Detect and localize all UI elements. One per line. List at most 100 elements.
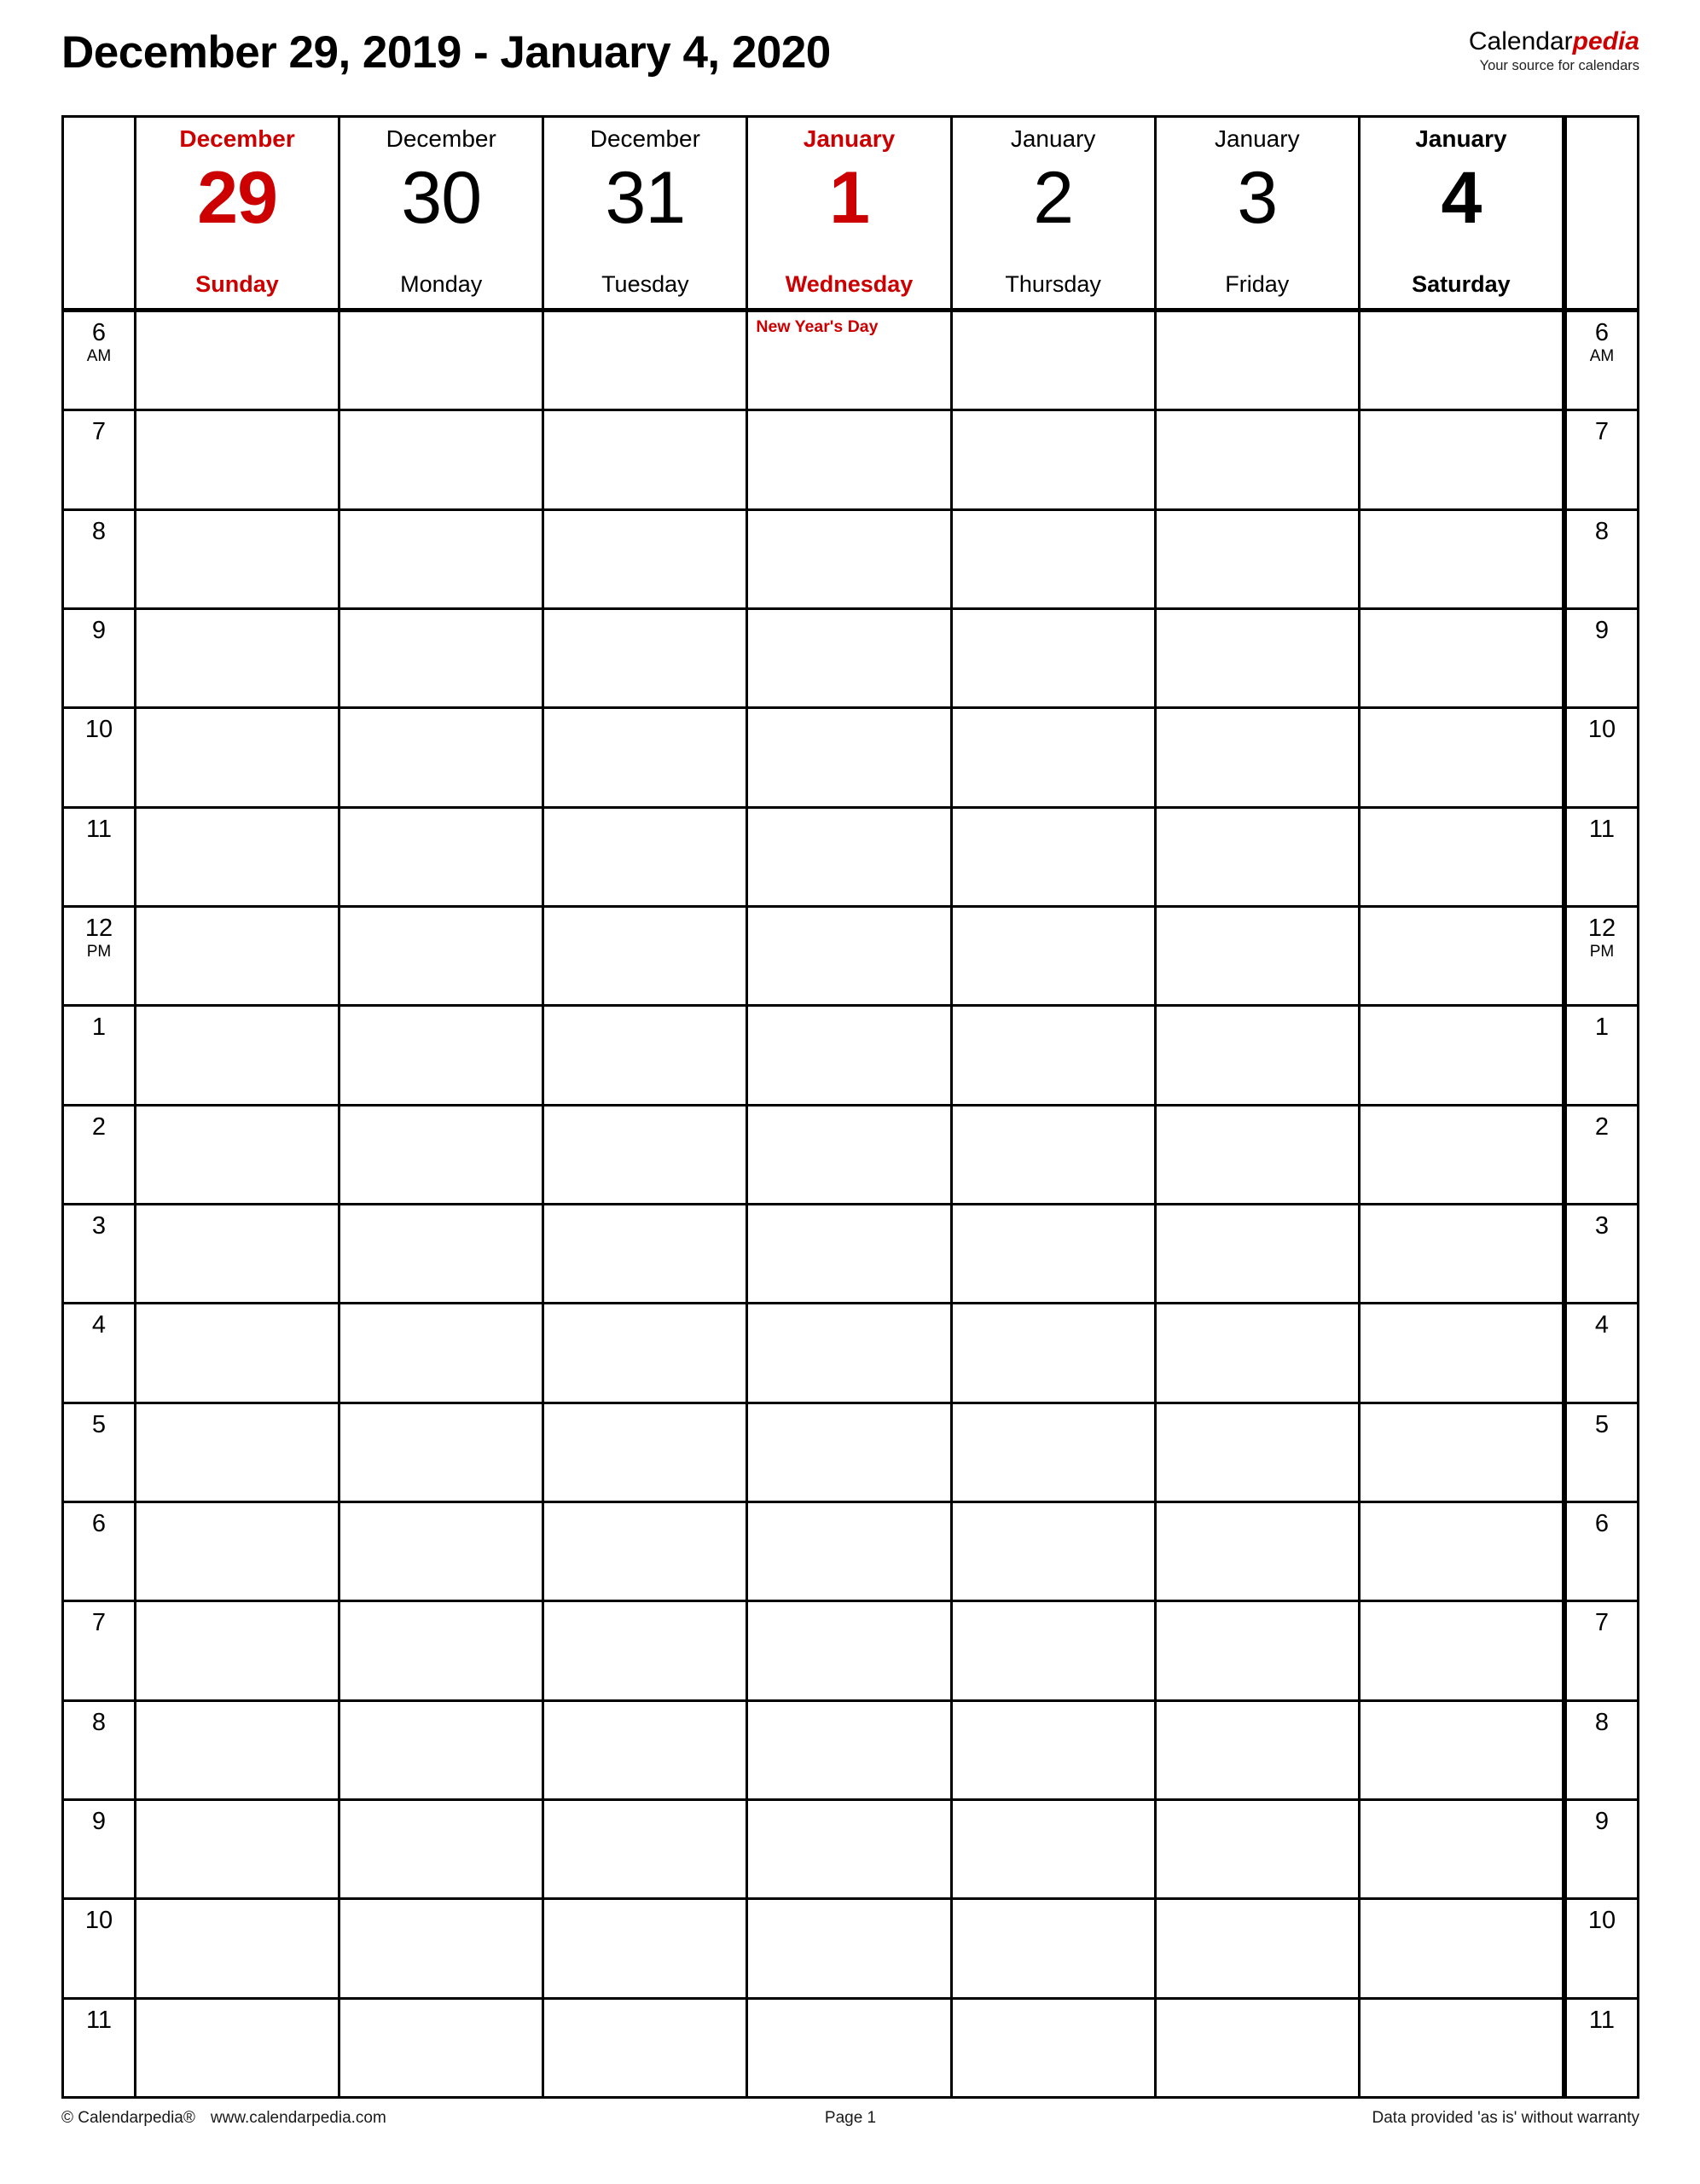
calendar-slot[interactable] [340, 1602, 545, 1699]
calendar-slot[interactable] [136, 411, 341, 508]
calendar-slot[interactable] [748, 1502, 953, 1600]
calendar-slot[interactable] [544, 1701, 749, 1798]
calendar-slot[interactable] [340, 1304, 545, 1402]
calendar-slot[interactable] [136, 1701, 341, 1798]
calendar-slot[interactable] [1361, 1106, 1564, 1203]
calendar-slot[interactable] [1157, 510, 1361, 607]
calendar-slot[interactable] [1157, 1900, 1361, 1997]
day-header-tuesday[interactable]: December 31 Tuesday [544, 118, 749, 308]
calendar-slot[interactable] [340, 312, 545, 410]
calendar-slot[interactable] [1157, 1304, 1361, 1402]
calendar-slot[interactable] [136, 1999, 341, 2096]
day-header-monday[interactable]: December 30 Monday [340, 118, 545, 308]
calendar-slot[interactable] [544, 1106, 749, 1203]
calendar-slot[interactable] [1361, 1800, 1564, 1898]
calendar-slot[interactable] [136, 1900, 341, 1997]
calendar-slot[interactable] [1361, 1900, 1564, 1997]
calendar-slot[interactable] [748, 1602, 953, 1699]
day-header-friday[interactable]: January 3 Friday [1157, 118, 1361, 308]
calendar-slot[interactable] [953, 609, 1157, 707]
calendar-slot[interactable] [748, 510, 953, 607]
calendar-slot[interactable] [1361, 1701, 1564, 1798]
calendar-slot[interactable] [1157, 1602, 1361, 1699]
calendar-slot[interactable] [953, 1800, 1157, 1898]
calendar-slot[interactable] [340, 1701, 545, 1798]
calendar-slot[interactable] [748, 1403, 953, 1501]
calendar-slot[interactable] [544, 808, 749, 905]
day-header-thursday[interactable]: January 2 Thursday [953, 118, 1157, 308]
calendar-slot[interactable] [340, 1502, 545, 1600]
calendar-slot[interactable] [544, 1999, 749, 2096]
calendar-slot[interactable] [136, 1106, 341, 1203]
calendar-slot[interactable] [748, 1205, 953, 1303]
calendar-slot[interactable] [953, 1999, 1157, 2096]
calendar-slot[interactable] [340, 1999, 545, 2096]
calendar-slot[interactable] [136, 609, 341, 707]
calendar-slot[interactable] [136, 808, 341, 905]
calendar-slot[interactable] [1361, 312, 1564, 410]
calendar-slot[interactable] [340, 907, 545, 1005]
calendar-slot[interactable] [953, 1602, 1157, 1699]
calendar-slot[interactable]: New Year's Day [748, 312, 953, 410]
calendar-slot[interactable] [1157, 1403, 1361, 1501]
calendar-slot[interactable] [1361, 907, 1564, 1005]
calendar-slot[interactable] [1157, 1800, 1361, 1898]
calendar-slot[interactable] [953, 1106, 1157, 1203]
calendar-slot[interactable] [544, 1205, 749, 1303]
calendar-slot[interactable] [748, 808, 953, 905]
calendar-slot[interactable] [748, 1304, 953, 1402]
calendar-slot[interactable] [748, 609, 953, 707]
calendar-slot[interactable] [1157, 808, 1361, 905]
day-header-sunday[interactable]: December 29 Sunday [136, 118, 341, 308]
calendar-slot[interactable] [748, 1701, 953, 1798]
calendar-slot[interactable] [544, 907, 749, 1005]
calendar-slot[interactable] [1361, 1999, 1564, 2096]
calendar-slot[interactable] [953, 907, 1157, 1005]
calendar-slot[interactable] [1157, 411, 1361, 508]
calendar-slot[interactable] [1361, 1007, 1564, 1104]
calendar-slot[interactable] [544, 1007, 749, 1104]
calendar-slot[interactable] [1361, 808, 1564, 905]
calendar-slot[interactable] [340, 1007, 545, 1104]
calendar-slot[interactable] [748, 411, 953, 508]
calendar-slot[interactable] [544, 1900, 749, 1997]
calendar-slot[interactable] [544, 1502, 749, 1600]
calendar-slot[interactable] [1157, 609, 1361, 707]
calendar-slot[interactable] [544, 411, 749, 508]
calendar-slot[interactable] [136, 312, 341, 410]
day-header-saturday[interactable]: January 4 Saturday [1361, 118, 1564, 308]
calendar-slot[interactable] [953, 411, 1157, 508]
calendar-slot[interactable] [748, 1900, 953, 1997]
calendar-slot[interactable] [1361, 411, 1564, 508]
calendar-slot[interactable] [953, 1304, 1157, 1402]
calendar-slot[interactable] [136, 1304, 341, 1402]
calendar-slot[interactable] [1157, 1007, 1361, 1104]
calendar-slot[interactable] [1361, 1304, 1564, 1402]
calendar-slot[interactable] [1361, 1205, 1564, 1303]
calendar-slot[interactable] [544, 1800, 749, 1898]
calendar-slot[interactable] [340, 510, 545, 607]
calendar-slot[interactable] [748, 907, 953, 1005]
calendar-slot[interactable] [1157, 1701, 1361, 1798]
calendar-slot[interactable] [136, 1602, 341, 1699]
calendar-slot[interactable] [953, 709, 1157, 806]
calendar-slot[interactable] [340, 1800, 545, 1898]
calendar-slot[interactable] [544, 510, 749, 607]
calendar-slot[interactable] [1361, 1403, 1564, 1501]
calendar-slot[interactable] [953, 1502, 1157, 1600]
calendar-slot[interactable] [544, 609, 749, 707]
calendar-slot[interactable] [953, 1007, 1157, 1104]
calendar-slot[interactable] [544, 709, 749, 806]
calendar-slot[interactable] [136, 1205, 341, 1303]
calendar-slot[interactable] [1361, 709, 1564, 806]
day-header-wednesday[interactable]: January 1 Wednesday [748, 118, 953, 308]
calendar-slot[interactable] [136, 1800, 341, 1898]
calendar-slot[interactable] [953, 312, 1157, 410]
calendar-slot[interactable] [544, 312, 749, 410]
calendar-slot[interactable] [1361, 1602, 1564, 1699]
calendar-slot[interactable] [136, 510, 341, 607]
calendar-slot[interactable] [340, 411, 545, 508]
calendar-slot[interactable] [340, 1900, 545, 1997]
calendar-slot[interactable] [748, 1999, 953, 2096]
calendar-slot[interactable] [136, 907, 341, 1005]
